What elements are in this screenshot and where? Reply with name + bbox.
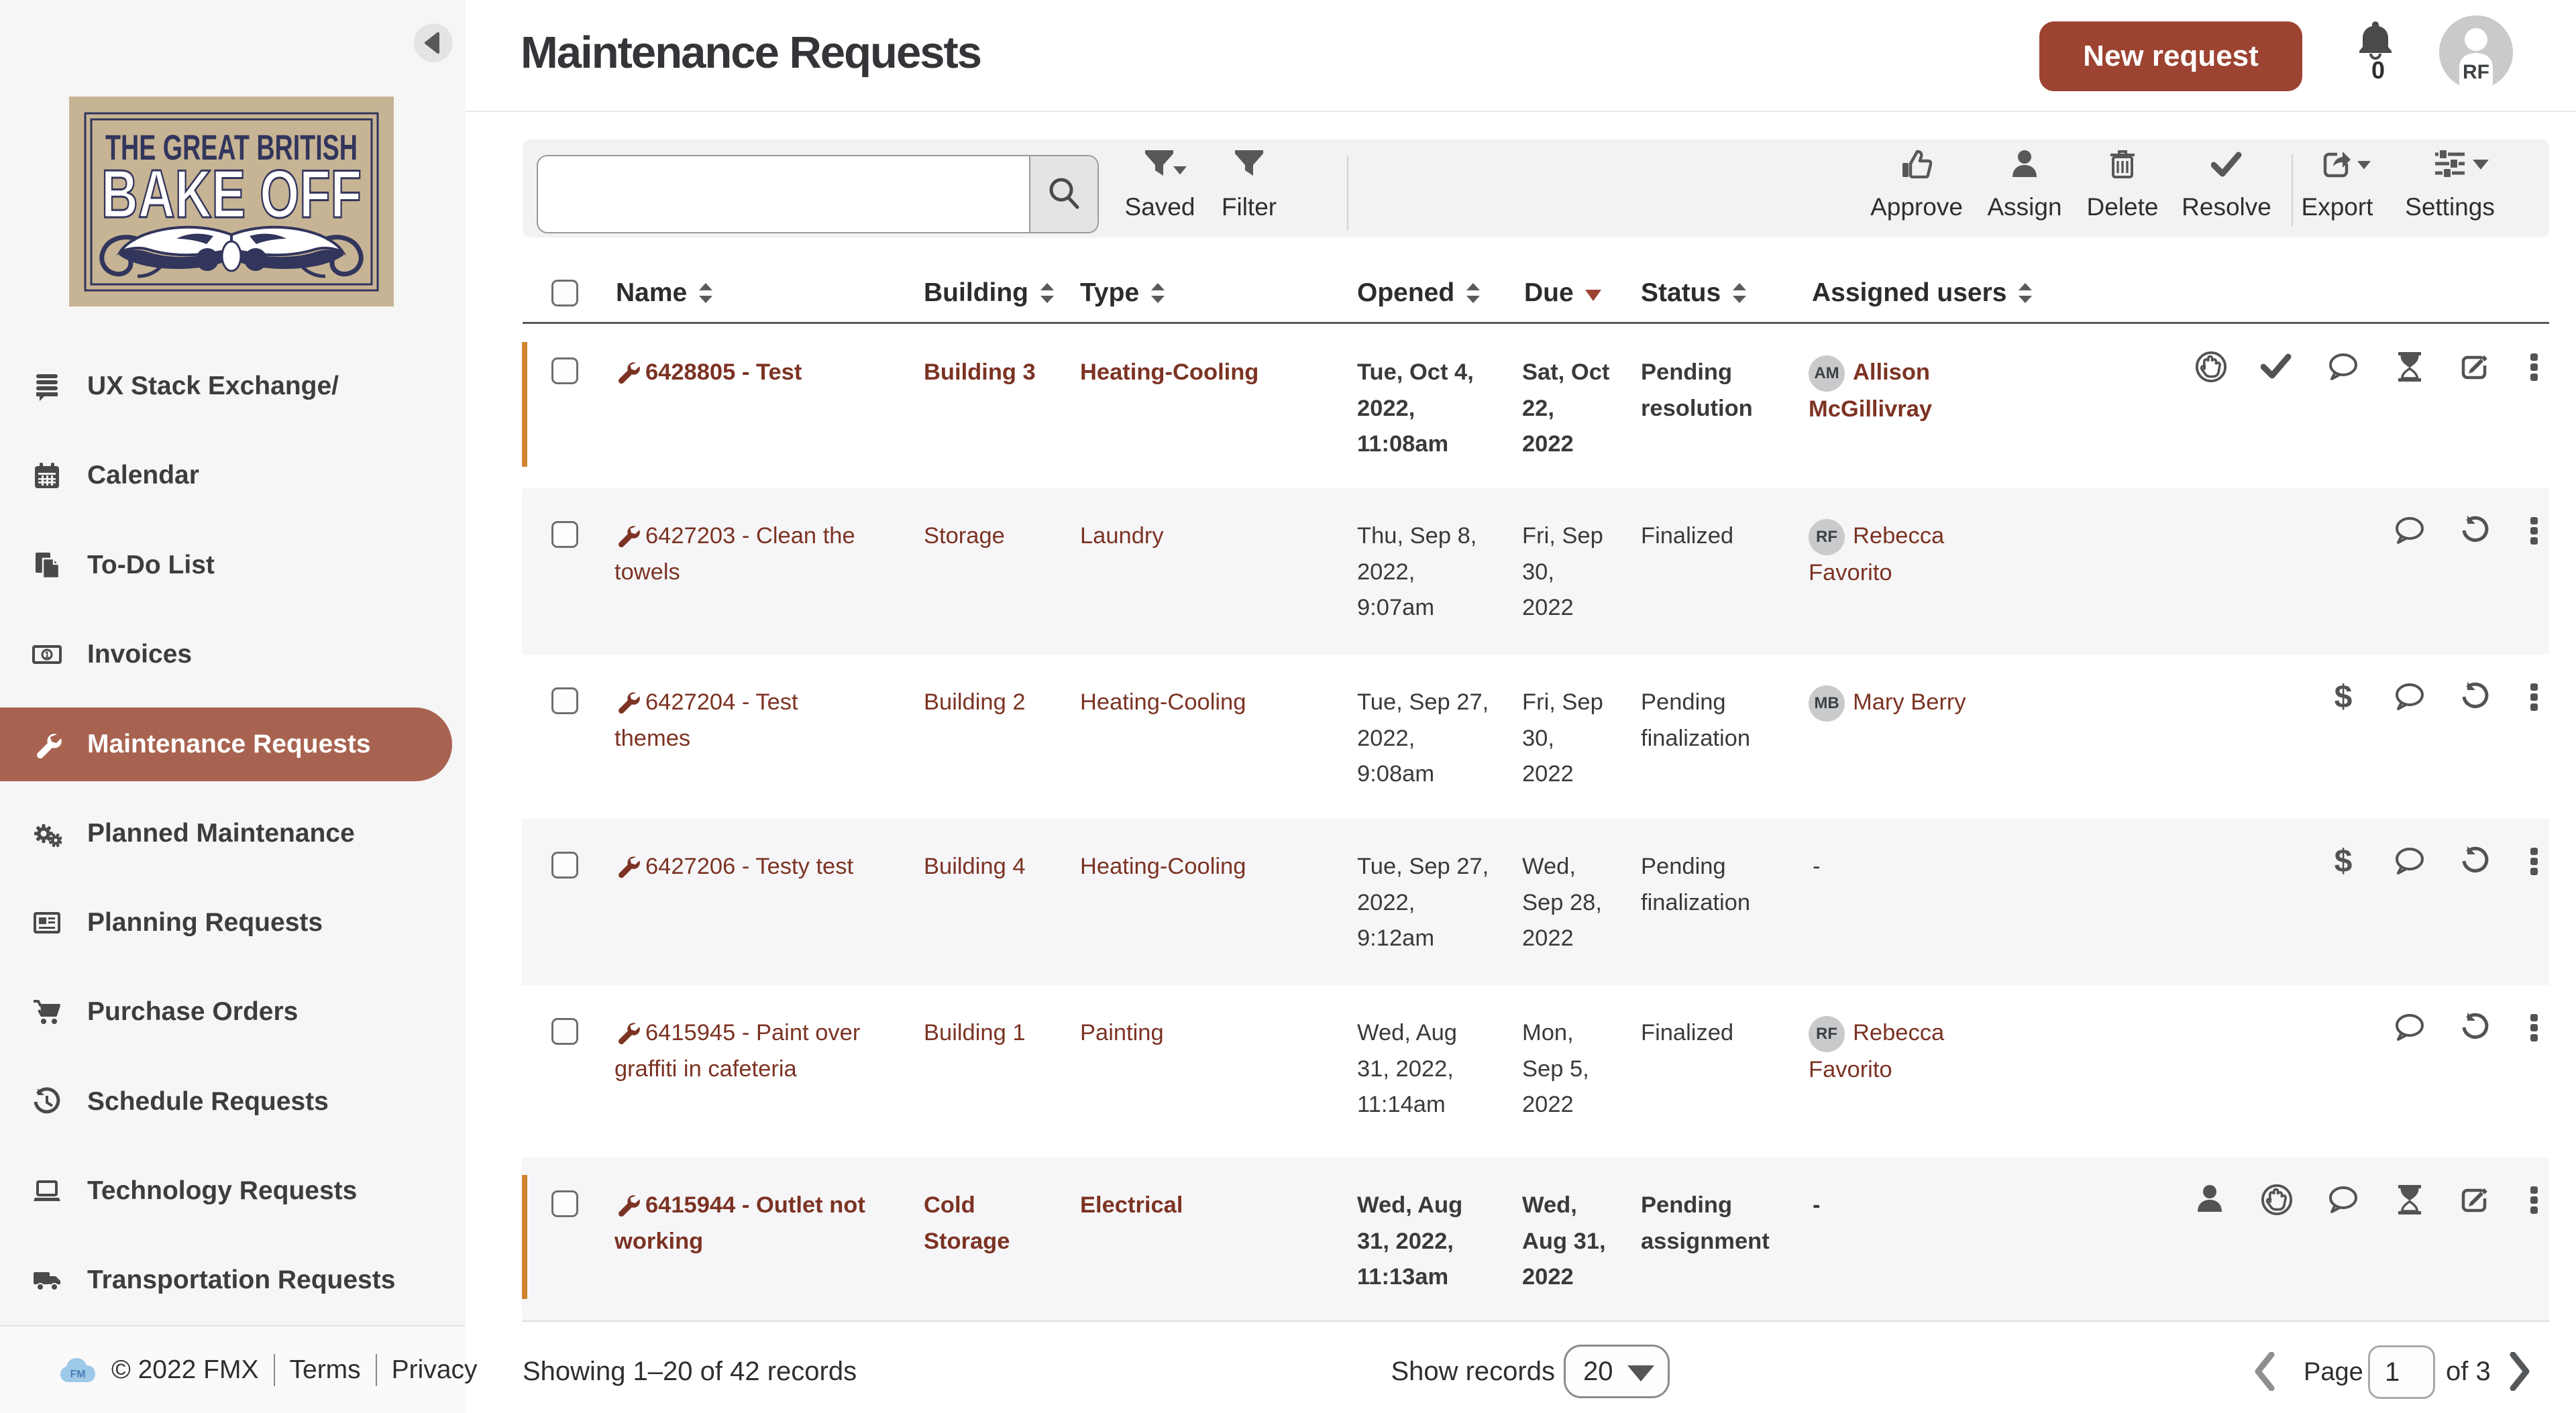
svg-text:BAKE OFF: BAKE OFF — [101, 157, 362, 232]
svg-text:$: $ — [2334, 845, 2353, 877]
svg-text:RF: RF — [2463, 61, 2489, 83]
svg-text:1: 1 — [44, 649, 50, 660]
svg-text:$: $ — [2334, 681, 2353, 713]
svg-text:FM: FM — [70, 1369, 85, 1380]
